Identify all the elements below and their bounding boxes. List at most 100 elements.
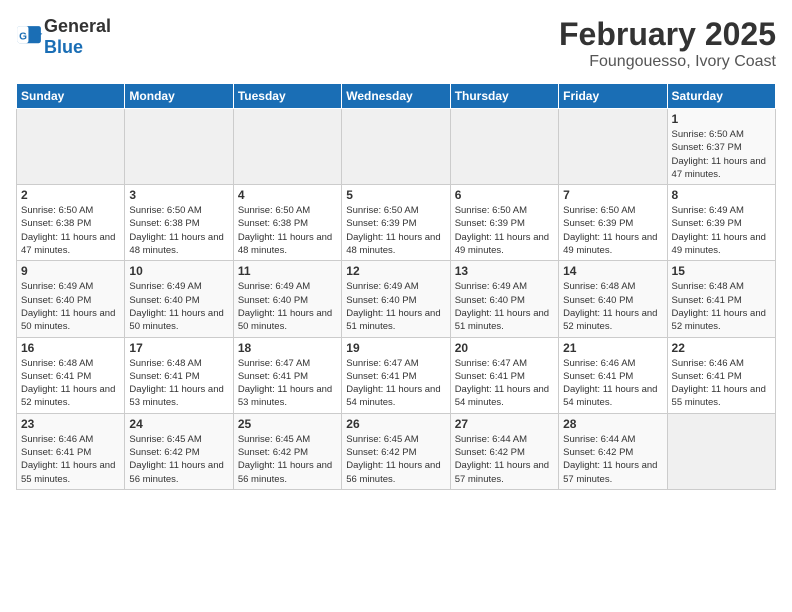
day-info: Sunrise: 6:49 AM Sunset: 6:40 PM Dayligh… — [346, 280, 445, 333]
calendar-cell: 8 Sunrise: 6:49 AM Sunset: 6:39 PM Daylig… — [667, 185, 775, 261]
day-header-tuesday: Tuesday — [233, 84, 341, 109]
calendar-cell: 20 Sunrise: 6:47 AM Sunset: 6:41 PM Dayli… — [450, 337, 558, 413]
calendar-cell — [17, 109, 125, 185]
day-info: Sunrise: 6:45 AM Sunset: 6:42 PM Dayligh… — [346, 433, 445, 486]
calendar-cell: 4 Sunrise: 6:50 AM Sunset: 6:38 PM Daylig… — [233, 185, 341, 261]
logo-general-text: General — [44, 16, 111, 36]
day-number: 18 — [238, 341, 337, 355]
calendar-table: SundayMondayTuesdayWednesdayThursdayFrid… — [16, 83, 776, 490]
calendar-cell — [559, 109, 667, 185]
day-number: 8 — [672, 188, 771, 202]
calendar-cell: 3 Sunrise: 6:50 AM Sunset: 6:38 PM Daylig… — [125, 185, 233, 261]
calendar-cell: 17Sunrise: 6:48 AM Sunset: 6:41 PM Dayli… — [125, 337, 233, 413]
day-number: 20 — [455, 341, 554, 355]
day-info: Sunrise: 6:50 AM Sunset: 6:38 PM Dayligh… — [21, 204, 120, 257]
calendar-cell: 10Sunrise: 6:49 AM Sunset: 6:40 PM Dayli… — [125, 261, 233, 337]
day-info: Sunrise: 6:50 AM Sunset: 6:39 PM Dayligh… — [346, 204, 445, 257]
calendar-header-row: SundayMondayTuesdayWednesdayThursdayFrid… — [17, 84, 776, 109]
day-info: Sunrise: 6:46 AM Sunset: 6:41 PM Dayligh… — [672, 357, 771, 410]
day-info: Sunrise: 6:46 AM Sunset: 6:41 PM Dayligh… — [21, 433, 120, 486]
calendar-cell: 15 Sunrise: 6:48 AM Sunset: 6:41 PM Dayli… — [667, 261, 775, 337]
day-number: 14 — [563, 264, 662, 278]
day-number: 12 — [346, 264, 445, 278]
day-info: Sunrise: 6:45 AM Sunset: 6:42 PM Dayligh… — [238, 433, 337, 486]
calendar-cell: 7Sunrise: 6:50 AM Sunset: 6:39 PM Daylig… — [559, 185, 667, 261]
calendar-cell — [450, 109, 558, 185]
location: Foungouesso, Ivory Coast — [559, 53, 776, 71]
title-block: February 2025 Foungouesso, Ivory Coast — [559, 16, 776, 71]
day-info: Sunrise: 6:48 AM Sunset: 6:40 PM Dayligh… — [563, 280, 662, 333]
calendar-cell: 27 Sunrise: 6:44 AM Sunset: 6:42 PM Dayli… — [450, 413, 558, 489]
calendar-cell: 16 Sunrise: 6:48 AM Sunset: 6:41 PM Dayli… — [17, 337, 125, 413]
day-info: Sunrise: 6:49 AM Sunset: 6:40 PM Dayligh… — [21, 280, 120, 333]
day-number: 15 — [672, 264, 771, 278]
day-info: Sunrise: 6:46 AM Sunset: 6:41 PM Dayligh… — [563, 357, 662, 410]
calendar-cell — [667, 413, 775, 489]
day-number: 2 — [21, 188, 120, 202]
calendar-cell: 9Sunrise: 6:49 AM Sunset: 6:40 PM Daylig… — [17, 261, 125, 337]
day-info: Sunrise: 6:49 AM Sunset: 6:40 PM Dayligh… — [238, 280, 337, 333]
calendar-week-1: 1Sunrise: 6:50 AM Sunset: 6:37 PM Daylig… — [17, 109, 776, 185]
day-number: 6 — [455, 188, 554, 202]
day-header-friday: Friday — [559, 84, 667, 109]
day-number: 5 — [346, 188, 445, 202]
calendar-cell: 24Sunrise: 6:45 AM Sunset: 6:42 PM Dayli… — [125, 413, 233, 489]
calendar-cell — [233, 109, 341, 185]
month-title: February 2025 — [559, 16, 776, 53]
day-header-monday: Monday — [125, 84, 233, 109]
calendar-week-5: 23 Sunrise: 6:46 AM Sunset: 6:41 PM Dayli… — [17, 413, 776, 489]
calendar-cell: 2 Sunrise: 6:50 AM Sunset: 6:38 PM Daylig… — [17, 185, 125, 261]
day-number: 10 — [129, 264, 228, 278]
day-info: Sunrise: 6:48 AM Sunset: 6:41 PM Dayligh… — [21, 357, 120, 410]
calendar-cell: 19Sunrise: 6:47 AM Sunset: 6:41 PM Dayli… — [342, 337, 450, 413]
logo: G General Blue — [16, 16, 111, 58]
calendar-cell — [125, 109, 233, 185]
day-info: Sunrise: 6:44 AM Sunset: 6:42 PM Dayligh… — [455, 433, 554, 486]
day-header-sunday: Sunday — [17, 84, 125, 109]
day-header-thursday: Thursday — [450, 84, 558, 109]
calendar-cell: 1Sunrise: 6:50 AM Sunset: 6:37 PM Daylig… — [667, 109, 775, 185]
day-number: 22 — [672, 341, 771, 355]
calendar-cell: 11 Sunrise: 6:49 AM Sunset: 6:40 PM Dayli… — [233, 261, 341, 337]
day-number: 21 — [563, 341, 662, 355]
day-info: Sunrise: 6:50 AM Sunset: 6:39 PM Dayligh… — [563, 204, 662, 257]
day-number: 4 — [238, 188, 337, 202]
day-number: 11 — [238, 264, 337, 278]
calendar-cell: 22 Sunrise: 6:46 AM Sunset: 6:41 PM Dayli… — [667, 337, 775, 413]
day-info: Sunrise: 6:49 AM Sunset: 6:39 PM Dayligh… — [672, 204, 771, 257]
day-number: 23 — [21, 417, 120, 431]
calendar-week-2: 2 Sunrise: 6:50 AM Sunset: 6:38 PM Daylig… — [17, 185, 776, 261]
day-number: 16 — [21, 341, 120, 355]
day-info: Sunrise: 6:50 AM Sunset: 6:39 PM Dayligh… — [455, 204, 554, 257]
day-number: 26 — [346, 417, 445, 431]
day-info: Sunrise: 6:44 AM Sunset: 6:42 PM Dayligh… — [563, 433, 662, 486]
calendar-week-4: 16 Sunrise: 6:48 AM Sunset: 6:41 PM Dayli… — [17, 337, 776, 413]
day-header-saturday: Saturday — [667, 84, 775, 109]
svg-text:G: G — [19, 31, 27, 42]
day-number: 24 — [129, 417, 228, 431]
calendar-cell: 6 Sunrise: 6:50 AM Sunset: 6:39 PM Daylig… — [450, 185, 558, 261]
calendar-cell: 25Sunrise: 6:45 AM Sunset: 6:42 PM Dayli… — [233, 413, 341, 489]
day-number: 3 — [129, 188, 228, 202]
day-info: Sunrise: 6:50 AM Sunset: 6:38 PM Dayligh… — [129, 204, 228, 257]
page-header: G General Blue February 2025 Foungouesso… — [16, 16, 776, 71]
day-header-wednesday: Wednesday — [342, 84, 450, 109]
calendar-cell: 18 Sunrise: 6:47 AM Sunset: 6:41 PM Dayli… — [233, 337, 341, 413]
calendar-cell: 21 Sunrise: 6:46 AM Sunset: 6:41 PM Dayli… — [559, 337, 667, 413]
day-number: 1 — [672, 112, 771, 126]
day-info: Sunrise: 6:49 AM Sunset: 6:40 PM Dayligh… — [455, 280, 554, 333]
day-info: Sunrise: 6:48 AM Sunset: 6:41 PM Dayligh… — [672, 280, 771, 333]
day-number: 27 — [455, 417, 554, 431]
calendar-cell: 5 Sunrise: 6:50 AM Sunset: 6:39 PM Daylig… — [342, 185, 450, 261]
day-number: 13 — [455, 264, 554, 278]
day-info: Sunrise: 6:47 AM Sunset: 6:41 PM Dayligh… — [346, 357, 445, 410]
calendar-cell: 23 Sunrise: 6:46 AM Sunset: 6:41 PM Dayli… — [17, 413, 125, 489]
calendar-cell: 26 Sunrise: 6:45 AM Sunset: 6:42 PM Dayli… — [342, 413, 450, 489]
day-info: Sunrise: 6:47 AM Sunset: 6:41 PM Dayligh… — [455, 357, 554, 410]
logo-icon: G — [16, 23, 44, 51]
day-number: 17 — [129, 341, 228, 355]
calendar-week-3: 9Sunrise: 6:49 AM Sunset: 6:40 PM Daylig… — [17, 261, 776, 337]
calendar-cell: 28Sunrise: 6:44 AM Sunset: 6:42 PM Dayli… — [559, 413, 667, 489]
day-info: Sunrise: 6:47 AM Sunset: 6:41 PM Dayligh… — [238, 357, 337, 410]
day-info: Sunrise: 6:50 AM Sunset: 6:38 PM Dayligh… — [238, 204, 337, 257]
